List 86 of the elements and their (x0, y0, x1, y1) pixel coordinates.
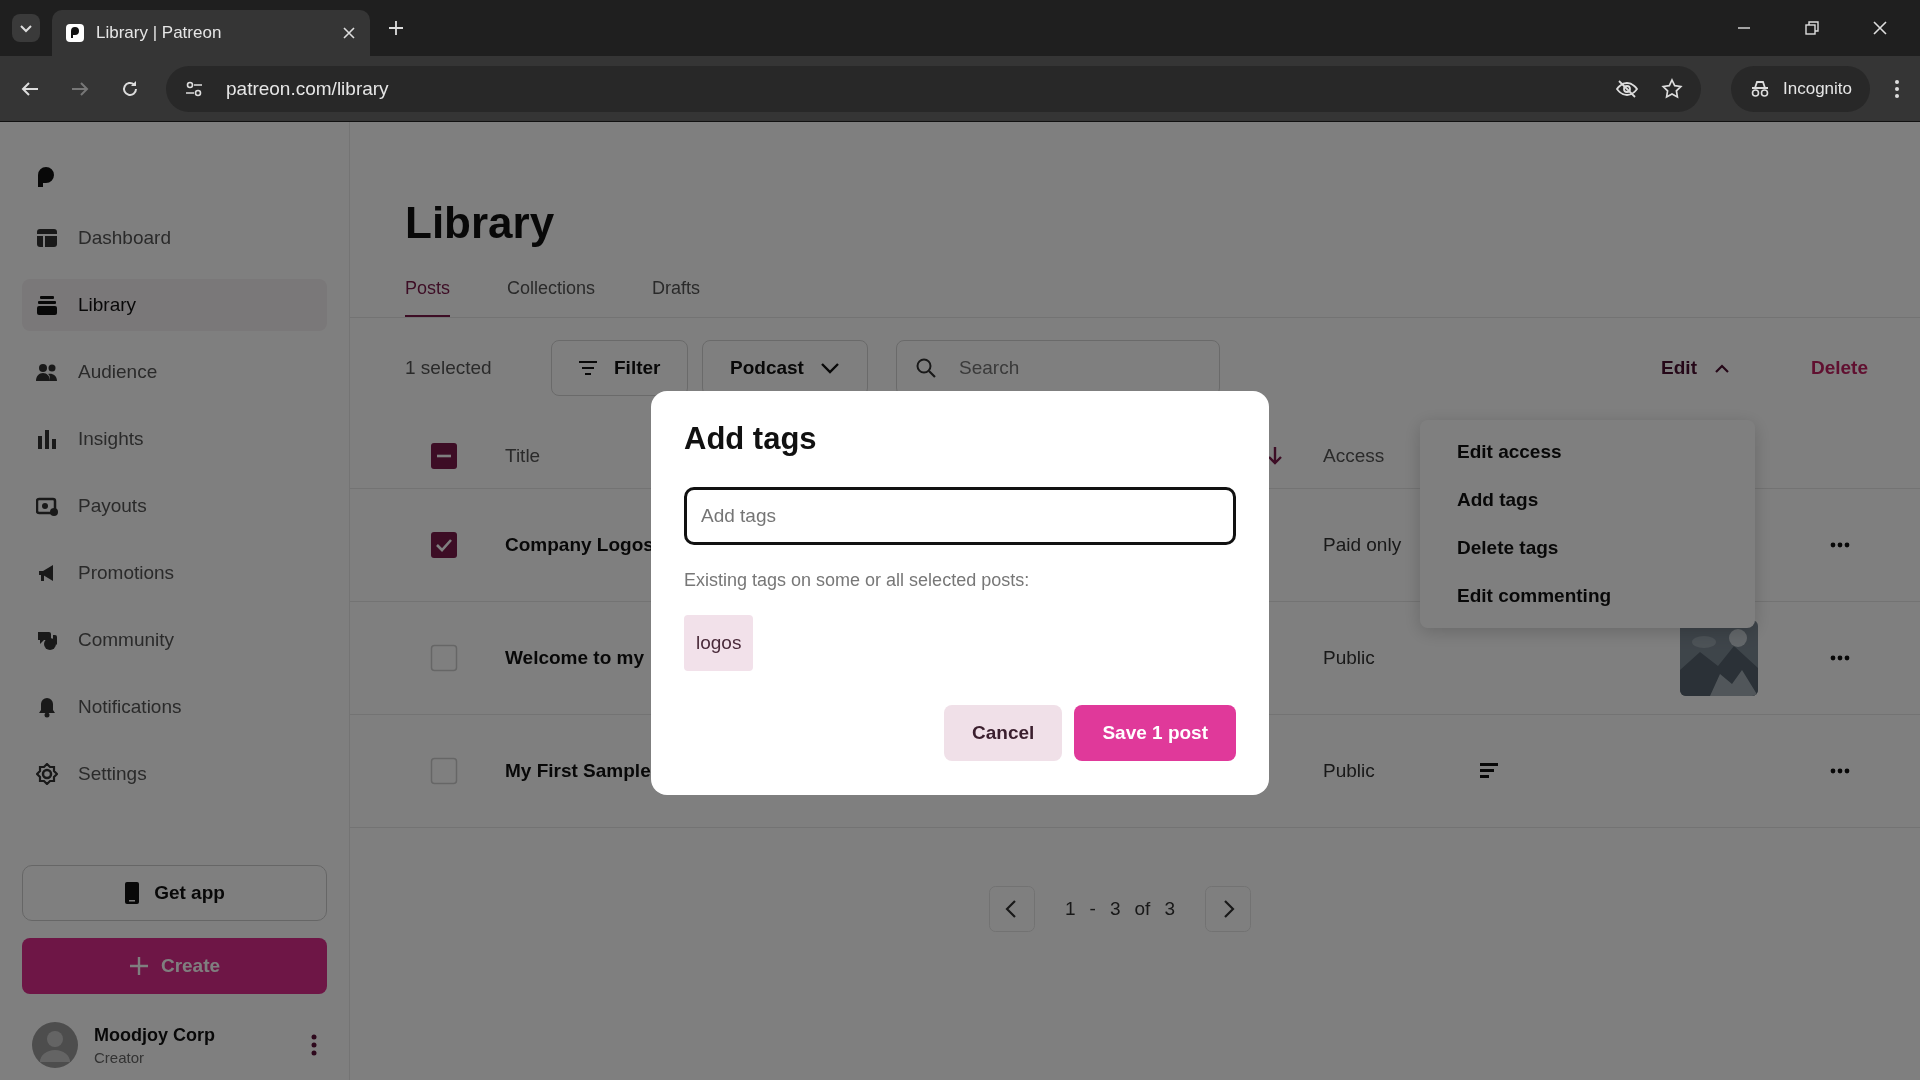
create-button[interactable]: Create (22, 938, 327, 994)
new-tab-icon[interactable] (388, 20, 404, 36)
post-title[interactable]: Company Logos (505, 534, 654, 556)
browser-tab[interactable]: Library | Patreon (52, 10, 370, 56)
stack-icon (36, 294, 58, 316)
tab-list-icon[interactable] (12, 14, 40, 42)
menu-item[interactable]: Add tags (1420, 476, 1755, 524)
page-count: - (1089, 898, 1096, 920)
post-title[interactable]: My First Sample (505, 760, 651, 782)
get-app-button[interactable]: Get app (22, 865, 327, 921)
more-icon[interactable] (1894, 78, 1900, 99)
column-header[interactable]: Access (1323, 445, 1385, 467)
close-icon[interactable] (1872, 20, 1888, 36)
profile-button[interactable]: Incognito (1731, 65, 1870, 112)
delete-button[interactable]: Delete (1810, 351, 1868, 385)
address-bar[interactable]: patreon.com/library (166, 65, 1701, 112)
post-title[interactable]: Welcome to my (505, 647, 645, 669)
url-text: patreon.com/library (226, 77, 389, 100)
tag-input[interactable]: Add tags (684, 487, 1236, 545)
tab[interactable]: Collections (507, 278, 596, 317)
filter-button[interactable]: Filter (551, 340, 688, 396)
bell-icon (36, 696, 58, 718)
profile-label: Incognito (1783, 78, 1852, 99)
save-button[interactable]: Save 1 post (1074, 705, 1236, 761)
more-icon[interactable] (1830, 542, 1850, 548)
checkbox[interactable] (430, 757, 458, 785)
checkbox[interactable] (430, 442, 458, 470)
people-icon (36, 361, 58, 383)
hint-text: Existing tags on some or all selected posts: (684, 570, 1031, 591)
text-lines-icon (1480, 763, 1498, 779)
page-count: 1 (1065, 898, 1076, 920)
bar-chart-icon (36, 428, 58, 450)
user-name: Moodjoy Corp (94, 1024, 215, 1046)
dashboard-icon (36, 227, 58, 249)
user-role: Creator (94, 1048, 146, 1066)
plus-icon (128, 956, 149, 976)
restore-icon[interactable] (1804, 20, 1820, 36)
incognito-icon (1749, 79, 1771, 98)
sidebar-item[interactable]: Promotions (22, 547, 327, 599)
star-icon[interactable] (1661, 77, 1683, 100)
sidebar-item[interactable]: Settings (22, 748, 327, 800)
menu-item[interactable]: Delete tags (1420, 524, 1755, 572)
column-header[interactable]: Title (505, 445, 541, 467)
page-count: 3 (1164, 898, 1175, 920)
chevron-down-icon (819, 362, 840, 374)
sidebar-item[interactable]: Insights (22, 413, 327, 465)
access-label: Public (1323, 760, 1375, 782)
sidebar-item[interactable]: Notifications (22, 681, 327, 733)
sidebar-item[interactable]: Library (22, 279, 327, 331)
close-icon[interactable] (342, 26, 356, 40)
page-count: of (1134, 898, 1151, 920)
checkbox[interactable] (430, 644, 458, 672)
phone-icon (124, 881, 141, 905)
eye-off-icon[interactable] (1615, 78, 1639, 99)
cancel-button[interactable]: Cancel (944, 705, 1063, 761)
tab-title: Library | Patreon (96, 23, 223, 43)
filter-icon (578, 360, 598, 376)
settings-icon (36, 763, 58, 785)
chat-icon (36, 629, 58, 651)
more-icon[interactable] (1830, 768, 1850, 774)
selected-count: 1 selected (405, 357, 493, 379)
edit-button[interactable]: Edit (1657, 351, 1733, 385)
tab[interactable]: Posts (405, 278, 451, 317)
sidebar-item[interactable]: Payouts (22, 480, 327, 532)
search-icon (916, 358, 936, 378)
more-icon[interactable] (311, 1034, 317, 1056)
chevron-up-icon (1714, 363, 1729, 373)
chevron-right-icon[interactable] (1204, 886, 1251, 932)
more-icon[interactable] (1830, 655, 1850, 661)
page-count: 3 (1109, 898, 1121, 920)
tab[interactable]: Drafts (652, 278, 701, 317)
site-icon (66, 24, 84, 42)
sort-arrow-icon[interactable] (1267, 446, 1283, 466)
page-title: Library (405, 198, 556, 248)
access-label: Paid only (1323, 534, 1402, 556)
menu-item[interactable]: Edit access (1420, 428, 1755, 476)
checkbox[interactable] (430, 531, 458, 559)
chevron-left-icon[interactable] (989, 886, 1036, 932)
menu-item[interactable]: Edit commenting (1420, 572, 1755, 620)
sidebar-item[interactable]: Dashboard (22, 212, 327, 264)
dialog-title: Add tags (684, 421, 818, 457)
tag-chip[interactable]: logos (684, 615, 754, 671)
sidebar-item[interactable]: Audience (22, 346, 327, 398)
access-label: Public (1323, 647, 1375, 669)
sidebar-item[interactable]: Community (22, 614, 327, 666)
wallet-icon (36, 495, 58, 517)
